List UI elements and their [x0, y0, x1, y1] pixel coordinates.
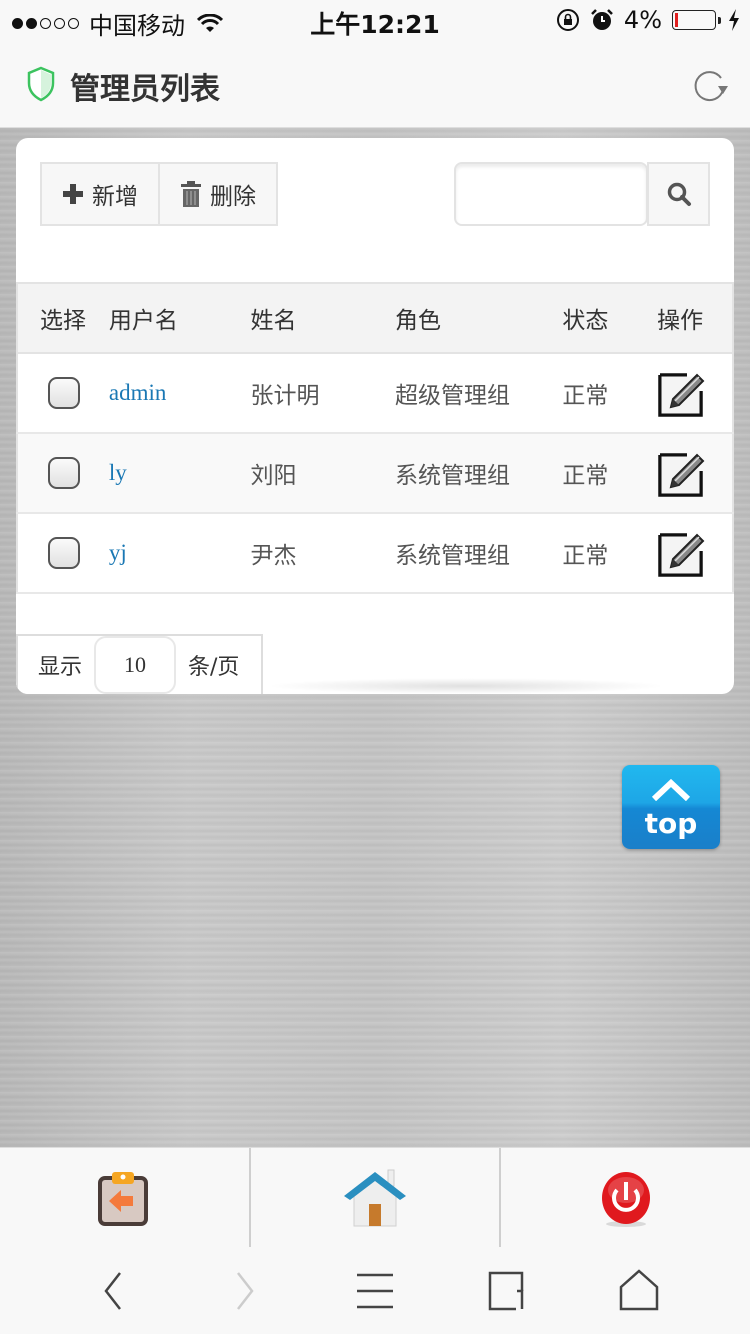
name-cell: 刘阳 [250, 433, 395, 514]
edit-icon[interactable] [657, 369, 707, 417]
name-cell: 尹杰 [250, 513, 395, 594]
nav-logout-button[interactable] [499, 1148, 750, 1247]
username-link[interactable]: ly [109, 460, 127, 485]
admin-table: 选择 用户名 姓名 角色 状态 操作 admin 张计明 超级管理组 正常 ly… [16, 282, 734, 594]
username-link[interactable]: yj [109, 540, 127, 565]
admin-list-panel: 新增 删除 选择 用户名 姓名 角色 状态 操作 admin 张计明 超级管理组… [16, 138, 734, 694]
username-link[interactable]: admin [109, 380, 167, 405]
edit-icon[interactable] [657, 529, 707, 577]
page-title: 管理员列表 [70, 72, 220, 107]
shield-icon [27, 66, 55, 102]
column-header-select: 选择 [17, 283, 109, 354]
add-button[interactable]: 新增 [42, 164, 158, 224]
home-icon [344, 1169, 406, 1226]
browser-home-icon[interactable] [617, 1269, 661, 1313]
table-header-row: 选择 用户名 姓名 角色 状态 操作 [17, 283, 733, 354]
back-to-top-label: top [644, 807, 698, 840]
search-button[interactable] [647, 162, 710, 226]
plus-icon [63, 184, 83, 204]
row-checkbox[interactable] [48, 457, 80, 489]
nav-home-button[interactable] [248, 1148, 500, 1247]
row-checkbox[interactable] [48, 537, 80, 569]
delete-button-label: 删除 [210, 184, 256, 210]
delete-button[interactable]: 删除 [158, 164, 276, 224]
back-icon[interactable] [92, 1269, 136, 1313]
tabs-icon[interactable] [486, 1269, 530, 1313]
app-bottom-nav [0, 1147, 750, 1247]
trash-icon [181, 181, 201, 207]
name-cell: 张计明 [250, 353, 395, 434]
table-row: ly 刘阳 系统管理组 正常 [17, 433, 733, 514]
status-cell: 正常 [562, 433, 658, 514]
battery-percent: 4% [623, 6, 662, 34]
search-input[interactable] [454, 162, 648, 226]
page-header: 管理员列表 [0, 40, 750, 128]
forward-icon[interactable] [222, 1269, 266, 1313]
role-cell: 超级管理组 [395, 353, 563, 434]
nav-back-button[interactable] [0, 1148, 249, 1247]
search-icon [667, 182, 691, 206]
role-cell: 系统管理组 [395, 433, 563, 514]
refresh-icon[interactable] [690, 66, 730, 106]
role-cell: 系统管理组 [395, 513, 563, 594]
menu-icon[interactable] [353, 1269, 397, 1313]
charging-bolt-icon [729, 9, 739, 31]
page-size-suffix: 条/页 [188, 655, 240, 680]
column-header-username: 用户名 [108, 283, 251, 354]
column-header-status: 状态 [562, 283, 658, 354]
chevron-up-icon [652, 779, 690, 801]
battery-icon [672, 10, 721, 30]
add-button-label: 新增 [92, 184, 138, 210]
back-to-top-button[interactable]: top [622, 765, 720, 849]
clipboard-back-icon [98, 1171, 149, 1226]
browser-toolbar [0, 1247, 750, 1334]
table-row: admin 张计明 超级管理组 正常 [17, 353, 733, 434]
status-cell: 正常 [562, 353, 658, 434]
column-header-action: 操作 [657, 283, 733, 354]
page-size-selector: 显示 条/页 [16, 634, 264, 694]
page-size-prefix: 显示 [38, 655, 83, 680]
page-size-input[interactable] [94, 636, 177, 694]
card-bottom-shadow [266, 678, 666, 694]
column-header-name: 姓名 [250, 283, 395, 354]
toolbar: 新增 删除 [40, 162, 278, 226]
power-icon [601, 1171, 650, 1227]
rotation-lock-icon [556, 9, 579, 31]
status-bar: 中国移动 上午12:21 4% [0, 0, 750, 40]
status-cell: 正常 [562, 513, 658, 594]
column-header-role: 角色 [395, 283, 563, 354]
row-checkbox[interactable] [48, 377, 80, 409]
table-row: yj 尹杰 系统管理组 正常 [17, 513, 733, 594]
edit-icon[interactable] [657, 449, 707, 497]
alarm-icon [591, 9, 613, 30]
